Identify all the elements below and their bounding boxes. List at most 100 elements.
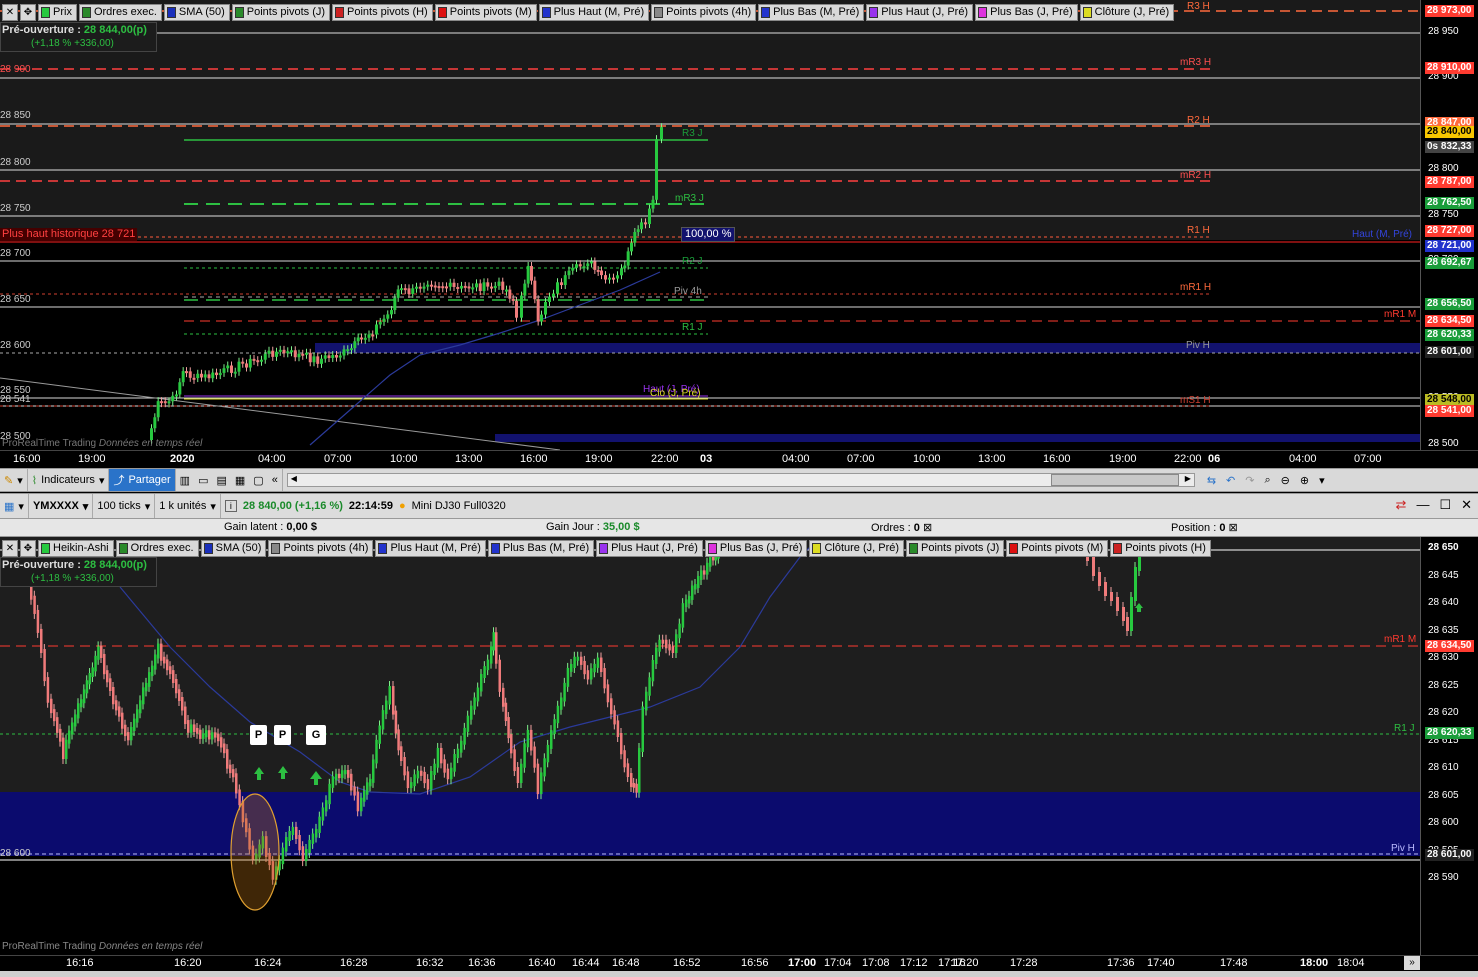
time-label: 13:00	[978, 453, 1006, 465]
horizontal-scrollbar[interactable]: ◀ ▶	[286, 473, 1195, 487]
sync-icon[interactable]: ⇆	[1207, 474, 1216, 487]
indicators-button[interactable]: ⌇ Indicateurs ▾	[28, 469, 110, 491]
legend-item[interactable]: Plus Haut (J, Pré)	[866, 3, 974, 21]
candle-body	[626, 763, 630, 778]
left-label-28800: 28 800	[0, 157, 31, 168]
level-r3h: R3 H	[1187, 1, 1210, 12]
redo-icon[interactable]: ↷	[1245, 474, 1254, 487]
candle-body	[88, 673, 92, 685]
position-count[interactable]: Position : 0 ⊠	[1171, 521, 1238, 534]
bottom-price-chart[interactable]: P P G mR1 M R1 J Piv H 28 600 ProRealTim…	[0, 537, 1420, 955]
share-button[interactable]: ⤴ Partager	[109, 469, 176, 491]
layout-menu[interactable]: ▦ ▾	[0, 494, 29, 518]
marker-g[interactable]: G	[306, 725, 326, 745]
marker-p1[interactable]: P	[250, 725, 267, 745]
sync-icon[interactable]: ⇄	[1396, 497, 1407, 513]
legend-label: Points pivots (H)	[1125, 542, 1206, 554]
period-value: 100 ticks	[97, 500, 141, 512]
legend-item[interactable]: Clôture (J, Pré)	[1079, 3, 1175, 21]
scroll-thumb[interactable]	[1050, 474, 1179, 486]
menu-icon[interactable]: ▾	[1319, 474, 1325, 487]
legend-item[interactable]: Points pivots (4h)	[651, 3, 757, 21]
time-label: 04:00	[258, 453, 286, 465]
legend-item[interactable]: Points pivots (H)	[1110, 539, 1211, 557]
maximize-icon[interactable]: ☐	[1439, 497, 1451, 513]
orders-count[interactable]: Ordres : 0 ⊠	[871, 521, 932, 534]
close-icon[interactable]: ✕	[2, 3, 18, 21]
candle-body	[188, 371, 192, 378]
expand-icon: «	[271, 474, 278, 486]
top-time-axis[interactable]	[0, 450, 1478, 468]
candle-body	[248, 358, 252, 368]
candle-body	[184, 706, 187, 725]
candle-body	[633, 232, 637, 243]
legend-item[interactable]: SMA (50)	[200, 539, 267, 557]
price-tag: 28 620,33	[1425, 329, 1474, 341]
legend-item[interactable]: Points pivots (M)	[434, 3, 537, 21]
legend-item[interactable]: Plus Haut (M, Pré)	[375, 539, 486, 557]
candle-body	[620, 268, 623, 276]
layout-tools[interactable]: ▥ ▭ ▤ ▦ ▢ «	[176, 469, 283, 491]
legend-item[interactable]: Plus Bas (J, Pré)	[975, 3, 1078, 21]
color-swatch-icon	[271, 542, 281, 554]
period-select[interactable]: 100 ticks ▾	[93, 494, 156, 518]
legend-item[interactable]: Clôture (J, Pré)	[809, 539, 905, 557]
legend-item[interactable]: Plus Bas (M, Pré)	[487, 539, 595, 557]
legend-item[interactable]: Points pivots (J)	[906, 539, 1005, 557]
scroll-right-icon[interactable]: ▶	[1182, 474, 1194, 486]
candle-body	[382, 318, 386, 322]
candle-body	[71, 722, 74, 735]
candle-body	[1092, 557, 1095, 576]
legend-item[interactable]: Plus Bas (J, Pré)	[704, 539, 808, 557]
preopen-value: 28 844,00(p)	[83, 559, 147, 571]
candle-body	[311, 833, 315, 844]
candle-body	[636, 229, 640, 233]
legend-item[interactable]: Plus Haut (M, Pré)	[538, 3, 650, 21]
scroll-left-icon[interactable]: ◀	[288, 474, 300, 486]
legend-item[interactable]: Points pivots (M)	[1006, 539, 1109, 557]
legend-item[interactable]: Points pivots (H)	[332, 3, 433, 21]
bottom-chart-canvas[interactable]	[0, 537, 1420, 955]
move-icon[interactable]: ✥	[20, 539, 36, 557]
candle-body	[658, 639, 661, 652]
symbol-select[interactable]: YMXXXX ▾	[29, 494, 94, 518]
candle-body	[418, 286, 422, 289]
top-price-chart[interactable]: 28 900 28 850 28 800 28 750 28 700 28 65…	[0, 0, 1420, 450]
move-icon[interactable]: ✥	[20, 3, 36, 21]
zoom-in-icon[interactable]: ⊕	[1300, 474, 1309, 487]
close-icon[interactable]: ✕	[2, 539, 18, 557]
draw-tool[interactable]: ✎ ▾	[0, 469, 28, 491]
candle-body	[363, 337, 367, 340]
units-select[interactable]: 1 k unités ▾	[155, 494, 221, 518]
price-tag: 28 762,50	[1425, 197, 1474, 209]
minimize-icon[interactable]: —	[1416, 497, 1429, 513]
grid-icon: ▦	[4, 500, 15, 513]
candle-body	[593, 261, 597, 270]
table-icon: ▤	[216, 474, 227, 487]
legend-item[interactable]: Ordres exec.	[78, 3, 162, 21]
legend-item[interactable]: Ordres exec.	[115, 539, 199, 557]
candle-body	[567, 270, 571, 276]
bottom-scrollbar[interactable]	[0, 971, 1478, 977]
legend-item[interactable]: SMA (50)	[163, 3, 230, 21]
info-icon[interactable]: i	[224, 500, 237, 512]
candle-body	[1104, 582, 1107, 596]
zoom-area-icon[interactable]: ⌕	[1264, 474, 1270, 487]
candle-body	[453, 754, 456, 772]
candle-body	[238, 789, 241, 806]
legend-item[interactable]: Plus Haut (J, Pré)	[596, 539, 703, 557]
time-label: 17:08	[862, 957, 890, 969]
undo-icon[interactable]: ↶	[1226, 474, 1235, 487]
legend-item[interactable]: Points pivots (J)	[231, 3, 331, 21]
scroll-end-icon[interactable]: »	[1404, 956, 1420, 970]
zoom-out-icon[interactable]: ⊖	[1281, 474, 1290, 487]
marker-p2[interactable]: P	[274, 725, 291, 745]
legend-label: Clôture (J, Pré)	[824, 542, 900, 554]
close-icon[interactable]: ✕	[1461, 497, 1472, 513]
candle-body	[356, 791, 360, 812]
candle-body	[263, 353, 267, 360]
legend-item[interactable]: Prix	[38, 3, 77, 21]
legend-item[interactable]: Heikin-Ashi	[38, 539, 114, 557]
legend-item[interactable]: Points pivots (4h)	[268, 539, 374, 557]
legend-item[interactable]: Plus Bas (M, Pré)	[758, 3, 865, 21]
